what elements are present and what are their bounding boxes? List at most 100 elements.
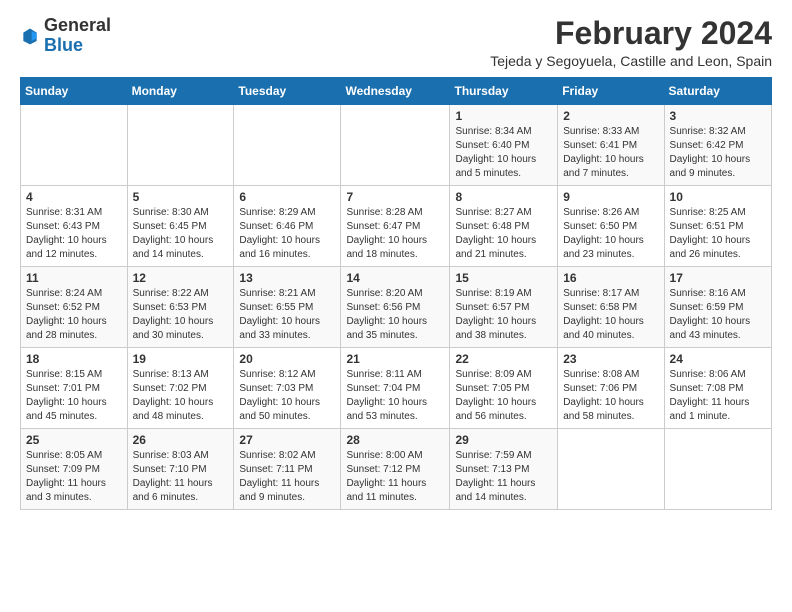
day-number: 12 bbox=[133, 271, 229, 285]
calendar-cell: 2 Sunrise: 8:33 AM Sunset: 6:41 PM Daylig… bbox=[558, 105, 664, 186]
day-number: 9 bbox=[563, 190, 658, 204]
calendar-cell: 11Sunrise: 8:24 AM Sunset: 6:52 PM Dayli… bbox=[21, 267, 128, 348]
calendar-cell: 5Sunrise: 8:30 AM Sunset: 6:45 PM Daylig… bbox=[127, 186, 234, 267]
day-header-sunday: Sunday bbox=[21, 78, 128, 105]
day-info: Sunrise: 8:22 AM Sunset: 6:53 PM Dayligh… bbox=[133, 287, 229, 343]
calendar-cell: 8 Sunrise: 8:27 AM Sunset: 6:48 PM Daylig… bbox=[450, 186, 558, 267]
day-header-tuesday: Tuesday bbox=[234, 78, 341, 105]
day-info: Sunrise: 8:31 AM Sunset: 6:43 PM Dayligh… bbox=[26, 206, 122, 262]
day-number: 20 bbox=[239, 352, 335, 366]
calendar-cell: 17Sunrise: 8:16 AM Sunset: 6:59 PM Dayli… bbox=[664, 267, 771, 348]
day-number: 18 bbox=[26, 352, 122, 366]
day-info: Sunrise: 8:00 AM Sunset: 7:12 PM Dayligh… bbox=[346, 449, 444, 505]
day-info: Sunrise: 8:28 AM Sunset: 6:47 PM Dayligh… bbox=[346, 206, 444, 262]
day-number: 23 bbox=[563, 352, 658, 366]
day-info: Sunrise: 8:09 AM Sunset: 7:05 PM Dayligh… bbox=[455, 368, 552, 424]
page-header: General Blue February 2024 Tejeda y Sego… bbox=[20, 16, 772, 69]
logo-blue-text: Blue bbox=[44, 35, 83, 55]
day-number: 19 bbox=[133, 352, 229, 366]
title-block: February 2024 Tejeda y Segoyuela, Castil… bbox=[490, 16, 772, 69]
day-number: 27 bbox=[239, 433, 335, 447]
day-info: Sunrise: 8:19 AM Sunset: 6:57 PM Dayligh… bbox=[455, 287, 552, 343]
location-subtitle: Tejeda y Segoyuela, Castille and Leon, S… bbox=[490, 53, 772, 69]
day-header-thursday: Thursday bbox=[450, 78, 558, 105]
calendar-week-row: 11Sunrise: 8:24 AM Sunset: 6:52 PM Dayli… bbox=[21, 267, 772, 348]
day-info: Sunrise: 7:59 AM Sunset: 7:13 PM Dayligh… bbox=[455, 449, 552, 505]
day-info: Sunrise: 8:25 AM Sunset: 6:51 PM Dayligh… bbox=[670, 206, 766, 262]
day-number: 25 bbox=[26, 433, 122, 447]
day-number: 14 bbox=[346, 271, 444, 285]
day-number: 13 bbox=[239, 271, 335, 285]
calendar-cell: 28 Sunrise: 8:00 AM Sunset: 7:12 PM Dayli… bbox=[341, 429, 450, 510]
calendar-cell: 10 Sunrise: 8:25 AM Sunset: 6:51 PM Dayli… bbox=[664, 186, 771, 267]
day-number: 29 bbox=[455, 433, 552, 447]
day-number: 10 bbox=[670, 190, 766, 204]
calendar-cell: 26Sunrise: 8:03 AM Sunset: 7:10 PM Dayli… bbox=[127, 429, 234, 510]
day-info: Sunrise: 8:21 AM Sunset: 6:55 PM Dayligh… bbox=[239, 287, 335, 343]
calendar-cell: 9 Sunrise: 8:26 AM Sunset: 6:50 PM Daylig… bbox=[558, 186, 664, 267]
calendar-cell: 23 Sunrise: 8:08 AM Sunset: 7:06 PM Dayli… bbox=[558, 348, 664, 429]
day-number: 2 bbox=[563, 109, 658, 123]
calendar-cell: 12 Sunrise: 8:22 AM Sunset: 6:53 PM Dayli… bbox=[127, 267, 234, 348]
day-info: Sunrise: 8:06 AM Sunset: 7:08 PM Dayligh… bbox=[670, 368, 766, 424]
day-info: Sunrise: 8:05 AM Sunset: 7:09 PM Dayligh… bbox=[26, 449, 122, 505]
day-number: 3 bbox=[670, 109, 766, 123]
day-number: 8 bbox=[455, 190, 552, 204]
calendar-cell: 7 Sunrise: 8:28 AM Sunset: 6:47 PM Daylig… bbox=[341, 186, 450, 267]
day-number: 26 bbox=[133, 433, 229, 447]
day-number: 1 bbox=[455, 109, 552, 123]
day-info: Sunrise: 8:15 AM Sunset: 7:01 PM Dayligh… bbox=[26, 368, 122, 424]
calendar-cell: 4 Sunrise: 8:31 AM Sunset: 6:43 PM Daylig… bbox=[21, 186, 128, 267]
calendar-cell: 22 Sunrise: 8:09 AM Sunset: 7:05 PM Dayli… bbox=[450, 348, 558, 429]
logo: General Blue bbox=[20, 16, 111, 56]
day-info: Sunrise: 8:32 AM Sunset: 6:42 PM Dayligh… bbox=[670, 125, 766, 181]
day-info: Sunrise: 8:33 AM Sunset: 6:41 PM Dayligh… bbox=[563, 125, 658, 181]
day-info: Sunrise: 8:17 AM Sunset: 6:58 PM Dayligh… bbox=[563, 287, 658, 343]
month-title: February 2024 bbox=[490, 16, 772, 51]
day-number: 4 bbox=[26, 190, 122, 204]
calendar-cell: 18 Sunrise: 8:15 AM Sunset: 7:01 PM Dayli… bbox=[21, 348, 128, 429]
day-number: 6 bbox=[239, 190, 335, 204]
calendar-header-row: SundayMondayTuesdayWednesdayThursdayFrid… bbox=[21, 78, 772, 105]
day-info: Sunrise: 8:34 AM Sunset: 6:40 PM Dayligh… bbox=[455, 125, 552, 181]
day-info: Sunrise: 8:24 AM Sunset: 6:52 PM Dayligh… bbox=[26, 287, 122, 343]
calendar-week-row: 4 Sunrise: 8:31 AM Sunset: 6:43 PM Daylig… bbox=[21, 186, 772, 267]
day-header-saturday: Saturday bbox=[664, 78, 771, 105]
calendar-cell bbox=[21, 105, 128, 186]
day-number: 7 bbox=[346, 190, 444, 204]
day-header-monday: Monday bbox=[127, 78, 234, 105]
calendar-cell bbox=[341, 105, 450, 186]
day-number: 22 bbox=[455, 352, 552, 366]
day-number: 15 bbox=[455, 271, 552, 285]
calendar-week-row: 25 Sunrise: 8:05 AM Sunset: 7:09 PM Dayli… bbox=[21, 429, 772, 510]
calendar-cell: 29 Sunrise: 7:59 AM Sunset: 7:13 PM Dayli… bbox=[450, 429, 558, 510]
day-info: Sunrise: 8:13 AM Sunset: 7:02 PM Dayligh… bbox=[133, 368, 229, 424]
day-info: Sunrise: 8:16 AM Sunset: 6:59 PM Dayligh… bbox=[670, 287, 766, 343]
day-info: Sunrise: 8:29 AM Sunset: 6:46 PM Dayligh… bbox=[239, 206, 335, 262]
logo-icon bbox=[20, 26, 40, 46]
day-info: Sunrise: 8:27 AM Sunset: 6:48 PM Dayligh… bbox=[455, 206, 552, 262]
day-info: Sunrise: 8:26 AM Sunset: 6:50 PM Dayligh… bbox=[563, 206, 658, 262]
calendar-cell bbox=[664, 429, 771, 510]
day-header-friday: Friday bbox=[558, 78, 664, 105]
calendar-week-row: 18 Sunrise: 8:15 AM Sunset: 7:01 PM Dayli… bbox=[21, 348, 772, 429]
day-info: Sunrise: 8:12 AM Sunset: 7:03 PM Dayligh… bbox=[239, 368, 335, 424]
calendar-cell: 3 Sunrise: 8:32 AM Sunset: 6:42 PM Daylig… bbox=[664, 105, 771, 186]
calendar-week-row: 1 Sunrise: 8:34 AM Sunset: 6:40 PM Daylig… bbox=[21, 105, 772, 186]
day-number: 24 bbox=[670, 352, 766, 366]
calendar-cell: 15 Sunrise: 8:19 AM Sunset: 6:57 PM Dayli… bbox=[450, 267, 558, 348]
calendar-cell: 24 Sunrise: 8:06 AM Sunset: 7:08 PM Dayli… bbox=[664, 348, 771, 429]
day-number: 21 bbox=[346, 352, 444, 366]
calendar-cell bbox=[234, 105, 341, 186]
day-number: 28 bbox=[346, 433, 444, 447]
calendar-cell: 6 Sunrise: 8:29 AM Sunset: 6:46 PM Daylig… bbox=[234, 186, 341, 267]
day-info: Sunrise: 8:02 AM Sunset: 7:11 PM Dayligh… bbox=[239, 449, 335, 505]
day-info: Sunrise: 8:08 AM Sunset: 7:06 PM Dayligh… bbox=[563, 368, 658, 424]
calendar-cell: 21 Sunrise: 8:11 AM Sunset: 7:04 PM Dayli… bbox=[341, 348, 450, 429]
calendar-cell: 13 Sunrise: 8:21 AM Sunset: 6:55 PM Dayli… bbox=[234, 267, 341, 348]
calendar-cell: 20 Sunrise: 8:12 AM Sunset: 7:03 PM Dayli… bbox=[234, 348, 341, 429]
day-number: 16 bbox=[563, 271, 658, 285]
logo-general-text: General bbox=[44, 15, 111, 35]
day-info: Sunrise: 8:11 AM Sunset: 7:04 PM Dayligh… bbox=[346, 368, 444, 424]
calendar-cell bbox=[558, 429, 664, 510]
